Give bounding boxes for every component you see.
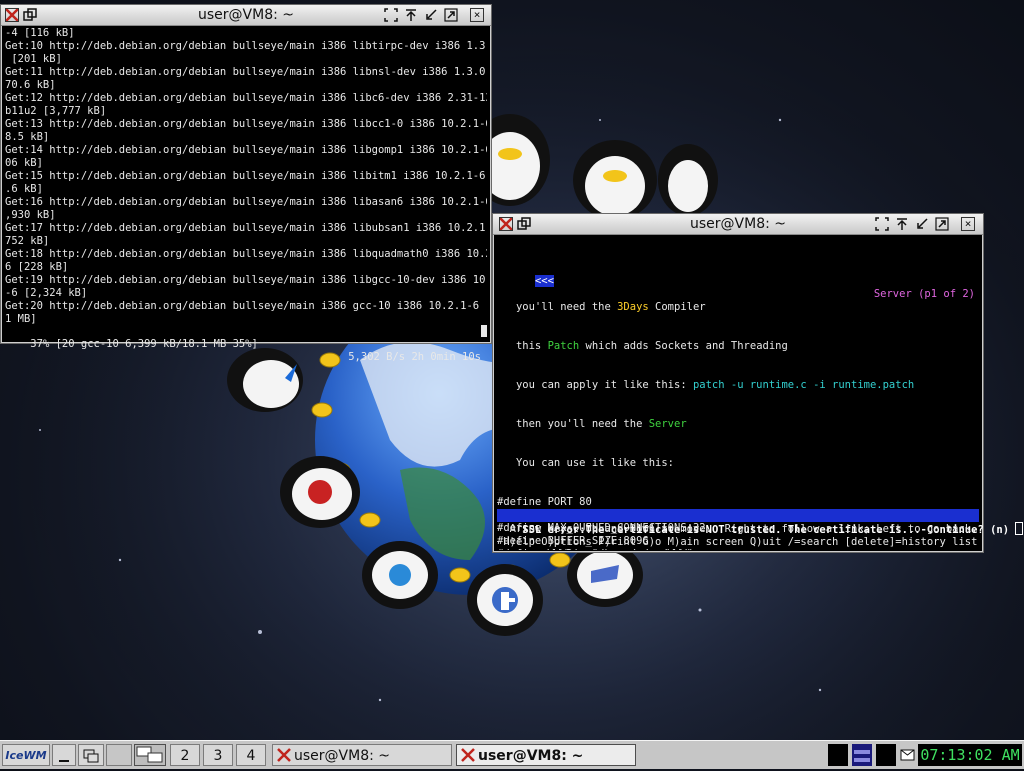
terminal-line: Get:17 http://deb.debian.org/debian bull… xyxy=(5,222,487,234)
clock[interactable]: 07:13:02 AM xyxy=(918,744,1022,766)
terminal-line: Get:19 http://deb.debian.org/debian bull… xyxy=(5,274,487,286)
lynx-help-line-1: Arrow keys: Up and Down to move. Right t… xyxy=(497,523,978,535)
terminal-line: Get:18 http://deb.debian.org/debian bull… xyxy=(5,248,487,260)
xterm-icon xyxy=(277,748,291,762)
mail-icon[interactable] xyxy=(899,744,916,766)
workspace-preview-icon xyxy=(136,746,163,763)
window-list-icon xyxy=(83,749,99,763)
apt-progress-status: 37% [20 gcc-10 6,399 kB/18.1 MB 35%] 5,3… xyxy=(5,325,487,363)
window-title: user@VM8: ~ xyxy=(690,216,786,232)
terminal-line: Get:16 http://deb.debian.org/debian bull… xyxy=(5,196,487,208)
terminal-line: Get:15 http://deb.debian.org/debian bull… xyxy=(5,170,487,182)
code-line: #define PORT 80 xyxy=(497,496,592,508)
text: this xyxy=(497,340,548,352)
minimize-icon[interactable] xyxy=(915,217,929,231)
back-link[interactable]: <<< xyxy=(534,275,554,287)
terminal-line: Get:12 http://deb.debian.org/debian bull… xyxy=(5,92,487,104)
workspace-2[interactable]: 2 xyxy=(170,744,200,766)
show-desktop-button[interactable] xyxy=(52,744,76,766)
close-icon[interactable]: × xyxy=(961,217,975,231)
window-titlebar[interactable]: user@VM8: ~ × xyxy=(493,214,983,235)
lynx-help-line-2: H)elp O)ptions P)rint G)o M)ain screen Q… xyxy=(497,536,978,548)
code-block: #define PORT 80#define MAX_CONCURRENT_CO… xyxy=(497,496,979,550)
text: which adds Sockets and Threading xyxy=(579,340,788,352)
terminal-cursor xyxy=(481,325,487,337)
terminal-line: b11u2 [3,777 kB] xyxy=(5,105,107,117)
terminal-line: 8.5 kB] xyxy=(5,131,50,143)
start-menu-button[interactable]: IceWM xyxy=(2,744,50,766)
terminal-line: Get:10 http://deb.debian.org/debian bull… xyxy=(5,40,487,52)
terminal-line: 06 kB] xyxy=(5,157,43,169)
ssl-error-prompt[interactable]: SSL error:The certificate is NOT trusted… xyxy=(497,509,1024,536)
raise-icon[interactable] xyxy=(895,217,909,231)
task-label: user@VM8: ~ xyxy=(478,748,584,764)
text: You can use it like this: xyxy=(497,457,675,469)
prompt-cursor xyxy=(1015,522,1024,535)
minimize-all-icon xyxy=(59,760,69,762)
terminal-window-lynx[interactable]: user@VM8: ~ × <<< Server (p1 of 2) you'l… xyxy=(492,213,1024,553)
terminal-line: -6 [2,324 kB] xyxy=(5,287,88,299)
progress-left: 37% [20 gcc-10 6,399 kB/18.1 MB 35%] xyxy=(30,338,258,350)
terminal-line: Get:14 http://deb.debian.org/debian bull… xyxy=(5,144,487,156)
maximize-icon[interactable] xyxy=(384,8,398,22)
terminal-line: [201 kB] xyxy=(5,53,62,65)
progress-right: 5,302 B/s 2h 0min 10s xyxy=(348,351,481,363)
window-titlebar[interactable]: user@VM8: ~ × xyxy=(1,5,491,26)
cpu-monitor[interactable] xyxy=(828,744,848,766)
start-label: IceWM xyxy=(5,749,47,762)
task-button-1[interactable]: user@VM8: ~ xyxy=(272,744,452,766)
taskbar: IceWM 2 3 4 user@VM8: ~ user@VM8: ~ 07:1… xyxy=(0,740,1024,769)
mem-monitor[interactable] xyxy=(876,744,896,766)
task-label: user@VM8: ~ xyxy=(294,748,390,764)
page-indicator: Server (p1 of 2) xyxy=(873,288,975,300)
link-patch[interactable]: Patch xyxy=(548,340,580,352)
text: then you'll need the xyxy=(497,418,649,430)
text: you can apply it like this: xyxy=(497,379,693,391)
terminal-window-apt[interactable]: user@VM8: ~ × -4 [116 kB] Get:10 http://d… xyxy=(0,4,492,363)
link-3days[interactable]: 3Days xyxy=(617,301,649,313)
terminal-line: .6 kB] xyxy=(5,183,43,195)
text: you'll need the xyxy=(497,301,618,313)
terminal-line: -4 [116 kB] xyxy=(5,27,75,39)
terminal-line: Get:11 http://deb.debian.org/debian bull… xyxy=(5,66,487,78)
text: Compiler xyxy=(648,301,706,313)
terminal-line: Get:20 http://deb.debian.org/debian bull… xyxy=(5,300,487,312)
maximize-icon[interactable] xyxy=(875,217,889,231)
link-server[interactable]: Server xyxy=(649,418,687,430)
maximize-diagonal-icon[interactable] xyxy=(935,217,949,231)
lynx-content[interactable]: <<< Server (p1 of 2) you'll need the 3Da… xyxy=(497,236,979,550)
xterm-icon xyxy=(461,748,475,762)
window-list-button[interactable] xyxy=(78,744,104,766)
minimize-icon[interactable] xyxy=(424,8,438,22)
patch-command: patch -u runtime.c -i runtime.patch xyxy=(692,379,915,391)
workspace-4[interactable]: 4 xyxy=(236,744,266,766)
terminal-line: Get:13 http://deb.debian.org/debian bull… xyxy=(5,118,487,130)
maximize-diagonal-icon[interactable] xyxy=(444,8,458,22)
terminal-line: ,930 kB] xyxy=(5,209,56,221)
workspace-3[interactable]: 3 xyxy=(203,744,233,766)
terminal-line: 70.6 kB] xyxy=(5,79,56,91)
terminal-line: 752 kB] xyxy=(5,235,50,247)
workspace-1-pager[interactable] xyxy=(134,744,166,766)
task-button-2[interactable]: user@VM8: ~ xyxy=(456,744,636,766)
network-monitor[interactable] xyxy=(852,744,872,766)
terminal-output[interactable]: -4 [116 kB] Get:10 http://deb.debian.org/… xyxy=(5,27,487,341)
workspace-1[interactable] xyxy=(106,744,132,766)
raise-icon[interactable] xyxy=(404,8,418,22)
terminal-line: 6 [228 kB] xyxy=(5,261,69,273)
close-icon[interactable]: × xyxy=(470,8,484,22)
